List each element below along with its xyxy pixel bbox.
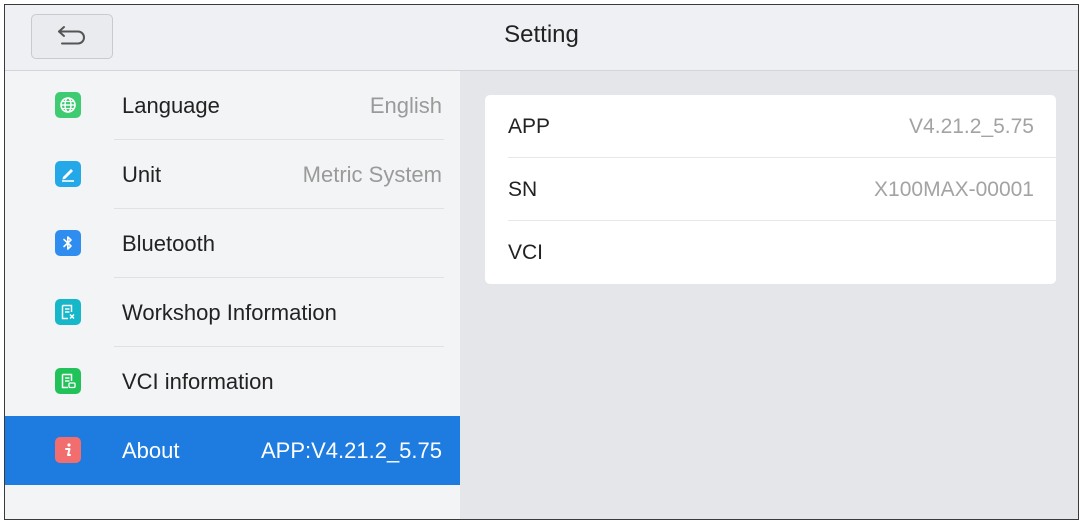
sidebar-item-unit[interactable]: Unit Metric System [5,140,460,209]
workshop-info-icon [55,299,81,325]
about-details-panel: APP V4.21.2_5.75 SN X100MAX-00001 VCI [460,71,1078,519]
info-label: APP [508,115,551,138]
info-label: SN [508,178,538,201]
sidebar-item-vci-information[interactable]: VCI information [5,347,460,416]
info-value: X100MAX-00001 [874,178,1034,201]
sidebar-item-label: Workshop Information [122,300,337,325]
settings-sidebar: Language English Unit Metric System Blue… [5,71,460,519]
vci-info-icon [55,368,81,394]
sidebar-item-about[interactable]: About APP:V4.21.2_5.75 [5,416,460,485]
info-row-vci: VCI [485,221,1056,284]
sidebar-item-bluetooth[interactable]: Bluetooth [5,209,460,278]
pencil-icon [55,161,81,187]
info-row-app: APP V4.21.2_5.75 [485,95,1056,158]
info-label: VCI [508,241,544,264]
info-value: V4.21.2_5.75 [909,115,1034,138]
sidebar-item-language[interactable]: Language English [5,71,460,140]
globe-icon [55,92,81,118]
app-window: Setting Language English Unit Metric Sys… [4,4,1079,520]
sidebar-item-value: English [369,93,442,118]
info-row-sn: SN X100MAX-00001 [485,158,1056,221]
bluetooth-icon [55,230,81,256]
sidebar-item-label: About [122,438,180,463]
sidebar-item-label: Bluetooth [122,231,215,256]
title-bar: Setting [5,5,1078,71]
page-title: Setting [504,21,579,48]
sidebar-item-value: APP:V4.21.2_5.75 [260,438,442,463]
sidebar-item-label: Language [122,93,220,118]
sidebar-item-workshop-information[interactable]: Workshop Information [5,278,460,347]
sidebar-item-label: Unit [122,162,162,187]
info-icon [55,437,81,463]
sidebar-item-value: Metric System [302,162,442,187]
about-info-card: APP V4.21.2_5.75 SN X100MAX-00001 VCI [485,95,1056,284]
sidebar-item-label: VCI information [122,369,274,394]
